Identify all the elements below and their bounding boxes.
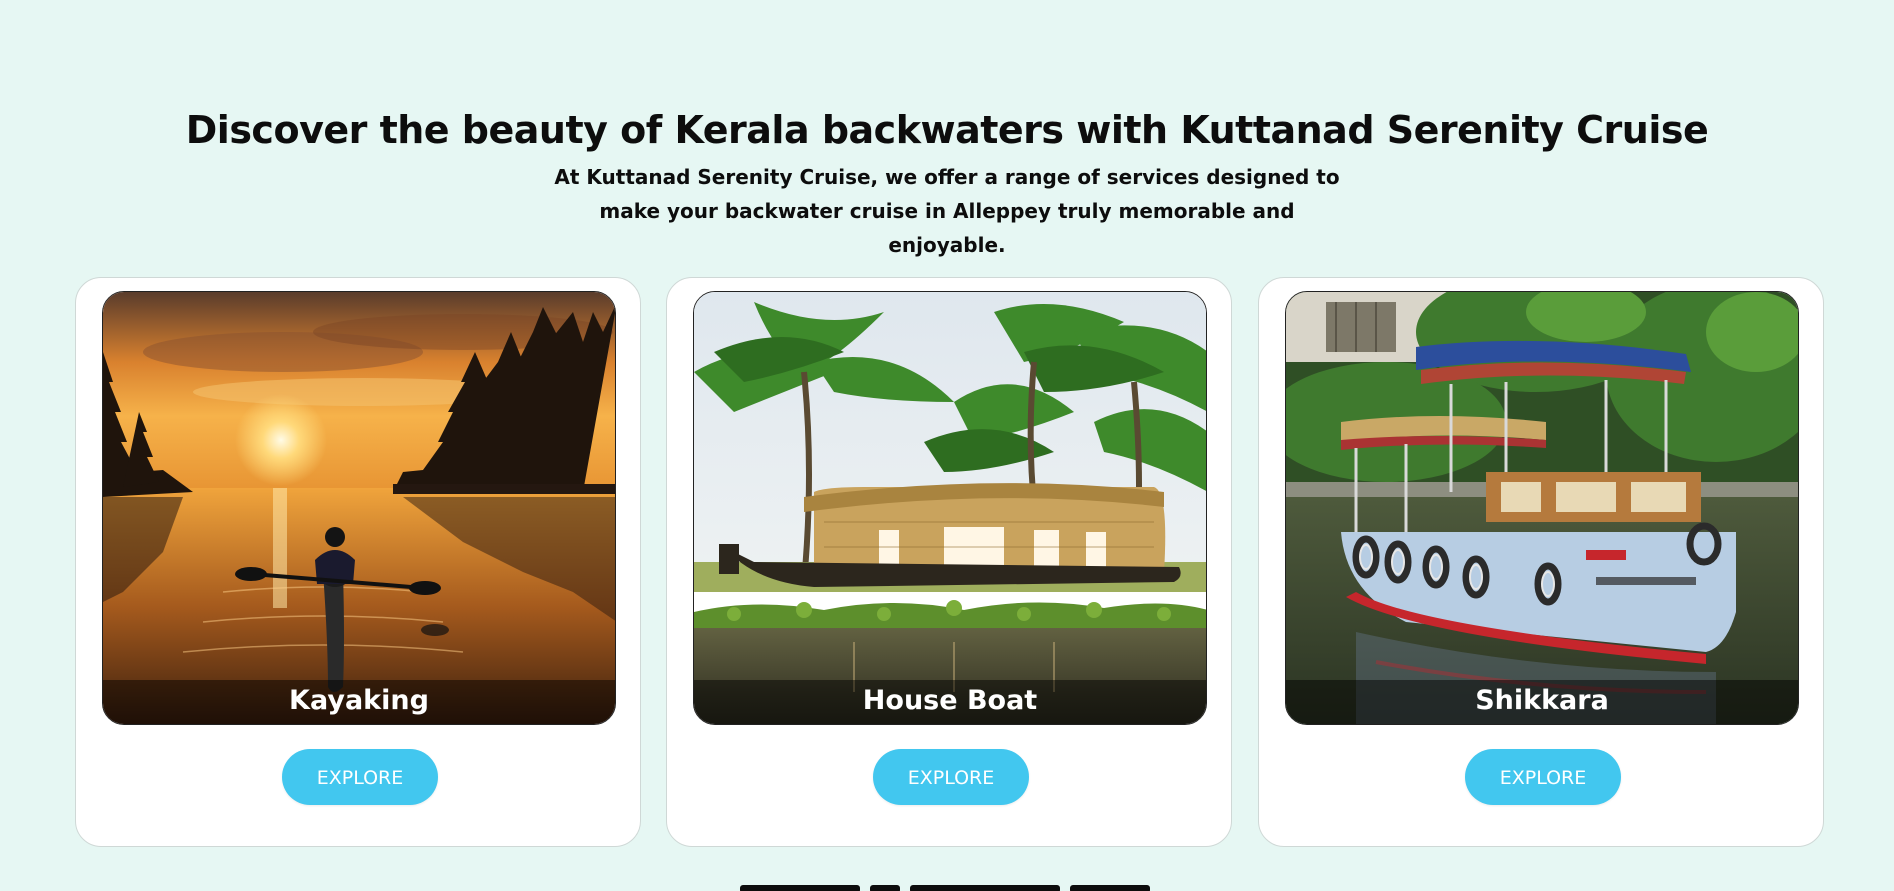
next-section-heading-partial xyxy=(740,881,1160,891)
house-boat-image: House Boat xyxy=(693,291,1207,725)
explore-house-boat-button[interactable]: EXPLORE xyxy=(873,749,1029,805)
card-title-kayaking: Kayaking xyxy=(103,680,615,724)
kayaking-image: Kayaking xyxy=(102,291,616,725)
explore-kayaking-button[interactable]: EXPLORE xyxy=(282,749,438,805)
service-card-house-boat: House Boat EXPLORE xyxy=(666,277,1232,847)
section-heading: Discover the beauty of Kerala backwaters… xyxy=(185,108,1709,152)
service-card-shikkara: Shikkara EXPLORE xyxy=(1258,277,1824,847)
card-title-house-boat: House Boat xyxy=(694,680,1206,724)
explore-shikkara-button[interactable]: EXPLORE xyxy=(1465,749,1621,805)
shikkara-image: Shikkara xyxy=(1285,291,1799,725)
section-subtext: At Kuttanad Serenity Cruise, we offer a … xyxy=(554,165,1340,257)
card-title-shikkara: Shikkara xyxy=(1286,680,1798,724)
service-card-kayaking: Kayaking EXPLORE xyxy=(75,277,641,847)
